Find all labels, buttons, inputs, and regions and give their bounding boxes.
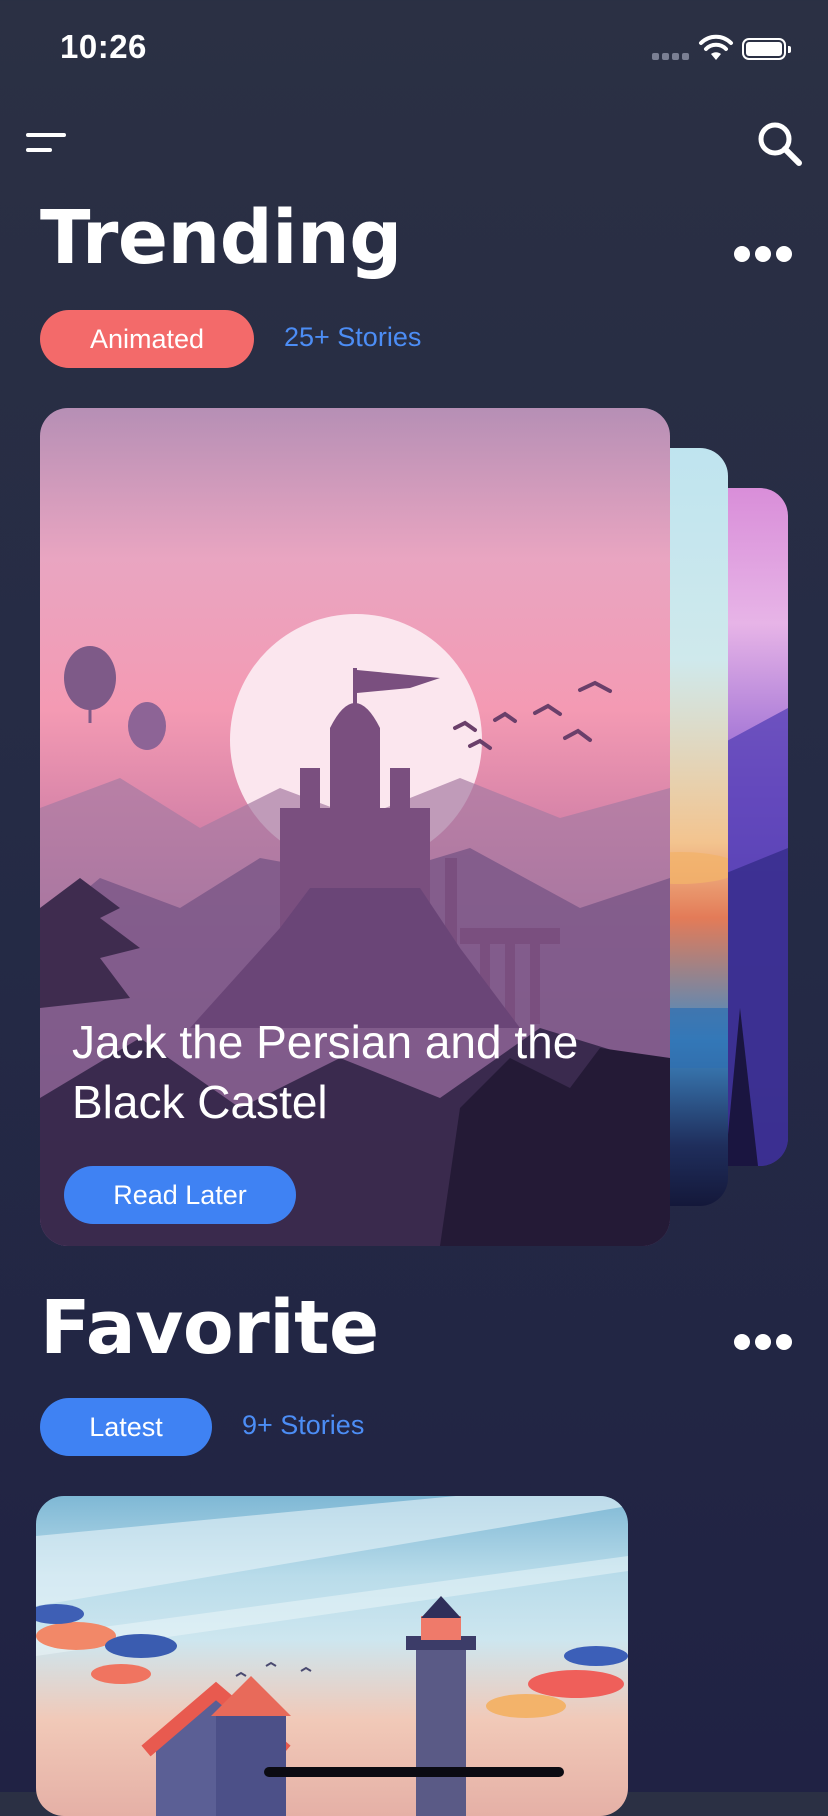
latest-tag[interactable]: Latest	[40, 1398, 212, 1456]
wifi-icon	[698, 34, 734, 67]
favorite-count[interactable]: 9+ Stories	[242, 1410, 364, 1441]
cellular-signal-icon	[652, 53, 692, 61]
animated-tag[interactable]: Animated	[40, 310, 254, 368]
favorite-title: Favorite	[40, 1285, 379, 1371]
search-icon[interactable]	[756, 120, 804, 173]
battery-icon	[742, 38, 791, 60]
trending-count[interactable]: 25+ Stories	[284, 322, 421, 353]
featured-story-title: Jack the Persian and the Black Castel	[72, 1016, 579, 1128]
status-time: 10:26	[60, 28, 147, 65]
trending-more-icon[interactable]	[734, 246, 792, 262]
menu-icon[interactable]	[26, 130, 68, 156]
favorite-more-icon[interactable]	[734, 1334, 792, 1350]
trending-title: Trending	[40, 195, 402, 281]
featured-story-card[interactable]: Jack the Persian and the Black Castel	[40, 408, 670, 1246]
read-later-button[interactable]: Read Later	[64, 1166, 296, 1224]
home-indicator	[264, 1767, 564, 1777]
